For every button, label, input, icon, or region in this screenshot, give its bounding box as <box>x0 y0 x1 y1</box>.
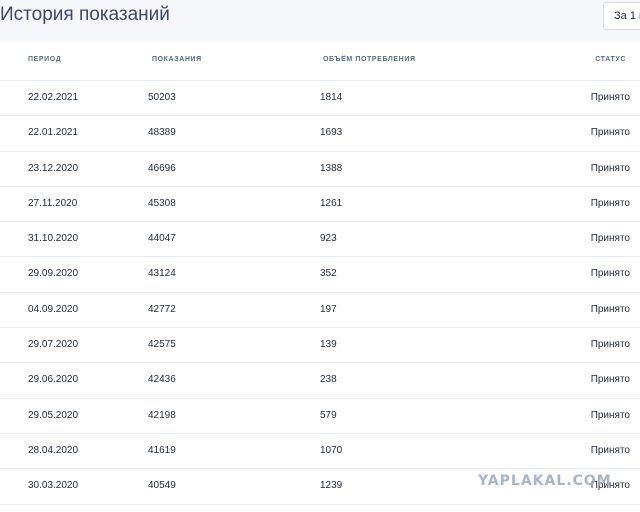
cell-period: 23.12.2020 <box>28 162 79 174</box>
table-body: 22.02.2021 50203 1814 Принято 22.01.2021 4838… <box>0 81 640 505</box>
cell-status: Принято <box>590 409 630 421</box>
page-title: История показаний <box>0 4 170 25</box>
cell-reading: 40549 <box>148 480 176 492</box>
cell-volume: 1239 <box>320 480 343 492</box>
column-header-volume[interactable]: ОБЪЁМ ПОТРЕБЛЕНИЯ <box>323 56 416 63</box>
cell-period: 29.06.2020 <box>28 374 79 386</box>
cell-volume: 1388 <box>320 162 343 174</box>
table-row[interactable]: 28.04.2020 41619 1070 Принято <box>0 434 640 470</box>
cell-volume: 238 <box>320 374 337 386</box>
cell-status: Принято <box>590 162 630 174</box>
cell-status: Принято <box>590 197 630 209</box>
table-row[interactable]: 31.10.2020 44047 923 Принято <box>0 222 640 258</box>
cell-status: Принято <box>590 268 630 280</box>
cell-volume: 1693 <box>320 127 343 139</box>
column-header-period[interactable]: ПЕРИОД <box>28 56 61 63</box>
cell-reading: 50203 <box>148 92 176 103</box>
cell-volume: 197 <box>320 303 337 315</box>
page-header: История показаний За 1 го <box>0 0 640 42</box>
cell-volume: 579 <box>320 409 337 421</box>
cell-period: 29.07.2020 <box>28 339 79 351</box>
cell-volume: 1070 <box>320 444 343 456</box>
cell-status: Принято <box>590 127 630 139</box>
cell-period: 31.10.2020 <box>28 233 79 245</box>
table-row[interactable]: 29.09.2020 43124 352 Принято <box>0 257 640 293</box>
cell-period: 28.04.2020 <box>28 444 79 456</box>
cell-period: 22.01.2021 <box>28 127 79 139</box>
cell-reading: 42436 <box>148 374 176 386</box>
cell-status: Принято <box>590 303 630 315</box>
cell-volume: 352 <box>320 268 337 280</box>
cell-volume: 1814 <box>320 92 343 103</box>
cell-status: Принято <box>590 233 630 245</box>
cell-status: Принято <box>590 374 630 386</box>
readings-table: ПЕРИОД ПОКАЗАНИЯ ОБЪЁМ ПОТРЕБЛЕНИЯ СТАТУ… <box>0 42 640 505</box>
table-row[interactable]: 23.12.2020 46696 1388 Принято <box>0 152 640 187</box>
cell-volume: 1261 <box>320 197 343 209</box>
table-row[interactable]: 04.09.2020 42772 197 Принято <box>0 293 640 329</box>
cell-reading: 42575 <box>148 339 176 351</box>
cell-reading: 41619 <box>148 444 176 456</box>
cell-reading: 48389 <box>148 127 176 139</box>
column-header-status[interactable]: СТАТУС <box>595 56 626 63</box>
period-select[interactable]: За 1 го <box>603 2 640 30</box>
cell-reading: 44047 <box>148 233 176 245</box>
cell-period: 04.09.2020 <box>28 303 79 315</box>
table-header: ПЕРИОД ПОКАЗАНИЯ ОБЪЁМ ПОТРЕБЛЕНИЯ СТАТУ… <box>0 42 640 81</box>
cell-period: 30.03.2020 <box>28 480 79 492</box>
cell-reading: 45308 <box>148 197 176 209</box>
cell-reading: 43124 <box>148 268 176 280</box>
cell-period: 27.11.2020 <box>28 197 78 209</box>
cell-period: 29.05.2020 <box>28 409 79 421</box>
watermark: YAPLAKAL.COM <box>478 473 612 489</box>
cell-status: Принято <box>590 444 630 456</box>
cell-period: 29.09.2020 <box>28 268 79 280</box>
cell-reading: 42772 <box>148 303 176 315</box>
cell-volume: 923 <box>320 233 337 245</box>
table-row[interactable]: 22.02.2021 50203 1814 Принято <box>0 81 640 117</box>
table-row[interactable]: 29.05.2020 42198 579 Принято <box>0 399 640 434</box>
cell-status: Принято <box>590 92 630 103</box>
cell-reading: 46696 <box>148 162 176 174</box>
table-row[interactable]: 29.06.2020 42436 238 Принято <box>0 363 640 399</box>
cell-period: 22.02.2021 <box>28 92 79 103</box>
table-row[interactable]: 27.11.2020 45308 1261 Принято <box>0 187 640 223</box>
cell-reading: 42198 <box>148 409 176 421</box>
table-row[interactable]: 29.07.2020 42575 139 Принято <box>0 328 640 364</box>
cell-volume: 139 <box>320 339 337 351</box>
table-row[interactable]: 22.01.2021 48389 1693 Принято <box>0 116 640 152</box>
cell-status: Принято <box>590 339 630 351</box>
column-header-reading[interactable]: ПОКАЗАНИЯ <box>152 56 202 63</box>
